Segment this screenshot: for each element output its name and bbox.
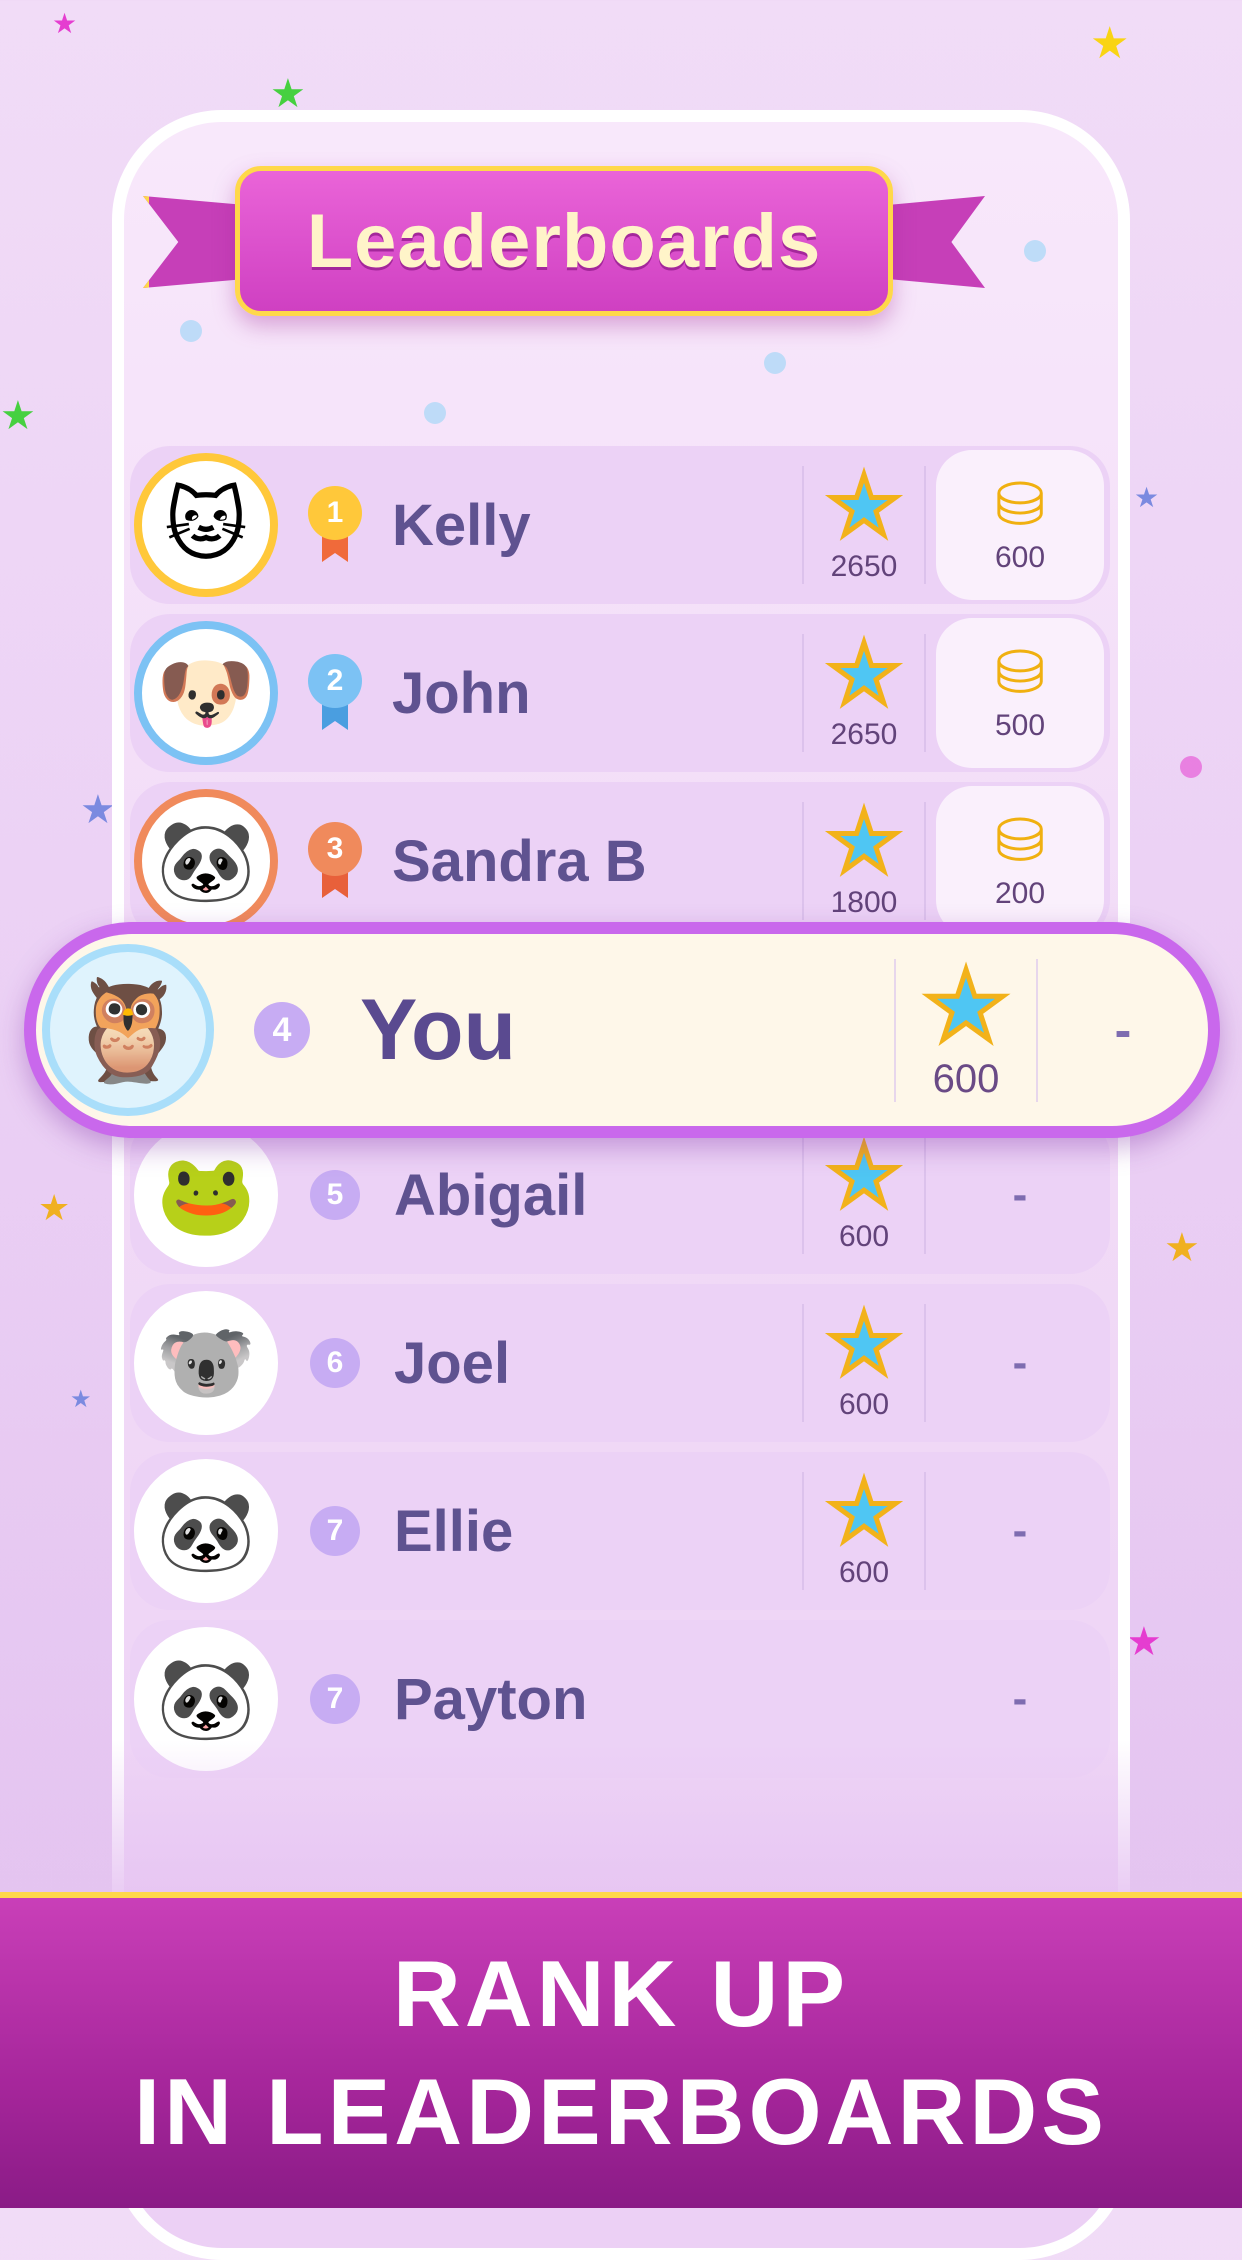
star-count: 600 — [838, 1556, 890, 1589]
coin-stack-icon: ⛁ — [994, 471, 1046, 538]
reward-amount: 600 — [994, 541, 1046, 574]
koala-avatar-icon: 🐨 — [134, 1291, 278, 1435]
star-count: 2650 — [830, 718, 898, 751]
leaderboard-row[interactable]: 🐼 7 Ellie ★ 600 - — [130, 1452, 1110, 1610]
confetti-star-icon: ★ — [0, 394, 36, 438]
current-player-panel: 🦉 4 You ★ 600 - — [36, 934, 1208, 1126]
rank-badge: 4 — [254, 1002, 310, 1058]
star-count: 1800 — [830, 886, 898, 919]
promo-footer: RANK UP IN LEADERBOARDS — [0, 1892, 1242, 2208]
stars-column: ★ 600 — [802, 1299, 926, 1422]
rank-badge: 5 — [310, 1170, 360, 1220]
reward-empty: - — [1012, 1338, 1028, 1387]
reward-box: - — [936, 1288, 1104, 1438]
confetti-star-icon: ★ — [38, 1187, 71, 1228]
star-count: 2650 — [830, 550, 898, 583]
reward-box: ⛁ 600 — [936, 450, 1104, 600]
confetti-star-icon: ★ — [52, 8, 78, 39]
reward-empty: - — [1114, 1002, 1132, 1058]
star-icon: ★ — [825, 1467, 903, 1558]
confetti-star-icon: ★ — [270, 72, 306, 116]
rank-badge: 6 — [310, 1338, 360, 1388]
star-icon: ★ — [825, 461, 903, 552]
promo-headline-line1: RANK UP — [392, 1941, 850, 2046]
player-name: Kelly — [392, 492, 531, 558]
rank-badge: 7 — [310, 1674, 360, 1724]
player-name: You — [360, 981, 517, 1078]
stars-column — [802, 1698, 926, 1700]
stars-column: ★ 2650 — [802, 461, 926, 584]
coin-stack-icon: ⛁ — [994, 639, 1046, 706]
current-player-row[interactable]: 🦉 4 You ★ 600 - — [24, 922, 1220, 1138]
star-icon: ★ — [825, 797, 903, 888]
star-icon: ★ — [825, 1131, 903, 1222]
stars-column: ★ 1800 — [802, 797, 926, 920]
reward-box: - — [936, 1120, 1104, 1270]
cat-avatar-icon: 🐱 — [134, 453, 278, 597]
medal-rank: 2 — [308, 654, 362, 708]
medal-rank: 3 — [308, 822, 362, 876]
reward-box: ⛁ 200 — [936, 786, 1104, 936]
player-name: Sandra B — [392, 828, 647, 894]
medal-rank: 1 — [308, 486, 362, 540]
confetti-star-icon: ★ — [80, 788, 116, 832]
promo-headline-line2: IN LEADERBOARDS — [134, 2059, 1108, 2164]
star-count: 600 — [838, 1388, 890, 1421]
reward-box: - — [936, 1456, 1104, 1606]
reward-empty: - — [1012, 1170, 1028, 1219]
player-name: Ellie — [394, 1498, 514, 1564]
reward-amount: 500 — [994, 709, 1046, 742]
confetti-star-icon: ★ — [1126, 1620, 1162, 1664]
reward-box: ⛁ 500 — [936, 618, 1104, 768]
rank-badge: 7 — [310, 1506, 360, 1556]
star-count: 600 — [838, 1220, 890, 1253]
player-name: Payton — [394, 1666, 588, 1732]
confetti-star-icon: ★ — [1090, 19, 1130, 68]
stars-column: ★ 600 — [894, 952, 1038, 1102]
bronze-medal-icon: 3 — [306, 822, 364, 900]
confetti-dot — [1180, 756, 1202, 778]
leaderboards-banner: Leaderboards — [143, 166, 985, 316]
confetti-star-icon: ★ — [1164, 1226, 1200, 1270]
player-name: Joel — [394, 1330, 511, 1396]
banner-plate: Leaderboards — [235, 166, 893, 316]
list-fade-overlay — [112, 1740, 1130, 1900]
stars-column: ★ 600 — [802, 1467, 926, 1590]
coin-stack-icon: ⛁ — [994, 807, 1046, 874]
leaderboard-row[interactable]: 🐼 3 Sandra B ★ 1800 ⛁ 200 — [130, 782, 1110, 940]
gold-medal-icon: 1 — [306, 486, 364, 564]
leaderboard-row[interactable]: 🐸 5 Abigail ★ 600 - — [130, 1116, 1110, 1274]
reward-empty: - — [1012, 1674, 1028, 1723]
leaderboard-row[interactable]: 🐱 1 Kelly ★ 2650 ⛁ 600 — [130, 446, 1110, 604]
confetti-dot — [180, 320, 202, 342]
dog-avatar-icon: 🐶 — [134, 621, 278, 765]
star-icon: ★ — [825, 1299, 903, 1390]
confetti-dot — [764, 352, 786, 374]
star-count: 600 — [932, 1056, 1000, 1101]
owl-avatar-icon: 🦉 — [42, 944, 214, 1116]
confetti-dot — [424, 402, 446, 424]
confetti-star-icon: ★ — [70, 1386, 92, 1413]
player-name: Abigail — [394, 1162, 588, 1228]
frog-avatar-icon: 🐸 — [134, 1123, 278, 1267]
page-title: Leaderboards — [306, 198, 822, 284]
stars-column: ★ 2650 — [802, 629, 926, 752]
leaderboard-row[interactable]: 🐨 6 Joel ★ 600 - — [130, 1284, 1110, 1442]
stars-column: ★ 600 — [802, 1131, 926, 1254]
star-icon: ★ — [920, 952, 1011, 1060]
panda-avatar-icon: 🐼 — [134, 789, 278, 933]
leaderboard-row[interactable]: 🐶 2 John ★ 2650 ⛁ 500 — [130, 614, 1110, 772]
reward-empty: - — [1012, 1506, 1028, 1555]
panda-avatar-icon: 🐼 — [134, 1459, 278, 1603]
star-icon: ★ — [825, 629, 903, 720]
confetti-dot — [1024, 240, 1046, 262]
silver-medal-icon: 2 — [306, 654, 364, 732]
player-name: John — [392, 660, 531, 726]
confetti-star-icon: ★ — [1134, 482, 1160, 513]
reward-amount: 200 — [994, 877, 1046, 910]
